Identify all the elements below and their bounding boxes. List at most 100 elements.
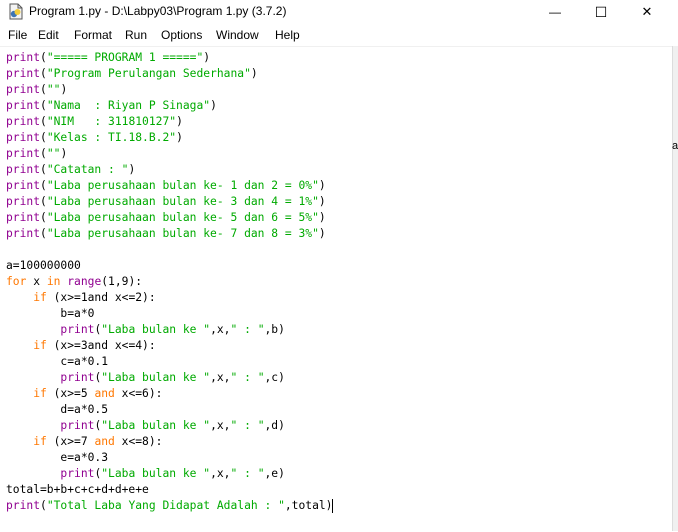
menu-bar: File Edit Format Run Options Window Help <box>0 24 678 46</box>
code-token: ) <box>250 67 258 80</box>
code-line[interactable]: d=a*0.5 <box>6 402 108 418</box>
code-line[interactable]: print("Laba perusahaan bulan ke- 5 dan 6… <box>6 210 326 226</box>
keyword-token: if <box>33 435 47 448</box>
code-line[interactable]: print("Nama : Riyan P Sinaga") <box>6 98 217 114</box>
menu-edit[interactable]: Edit <box>38 28 59 42</box>
code-token: ,c) <box>264 371 285 384</box>
builtin-token: print <box>6 227 41 240</box>
code-token: ) <box>318 195 326 208</box>
code-line[interactable]: print("Laba bulan ke ",x," : ",b) <box>6 322 284 338</box>
code-token: c=a*0.1 <box>6 355 109 368</box>
code-token: ( <box>40 163 47 176</box>
code-line[interactable]: a=100000000 <box>6 258 81 274</box>
menu-format[interactable]: Format <box>74 28 112 42</box>
code-line[interactable]: print("Program Perulangan Sederhana") <box>6 66 258 82</box>
keyword-token: and <box>94 387 115 400</box>
code-token: x <box>26 275 47 288</box>
code-line[interactable]: if (x>=5 and x<=6): <box>6 386 162 402</box>
string-token: "Nama : Riyan P Sinaga" <box>46 99 211 112</box>
code-line[interactable]: print("") <box>6 82 67 98</box>
code-editor[interactable]: print("===== PROGRAM 1 =====") print("Pro… <box>0 46 672 532</box>
code-line[interactable]: print("Laba bulan ke ",x," : ",c) <box>6 370 285 386</box>
string-token: "Laba perusahaan bulan ke- 1 dan 2 = 0%" <box>46 179 319 192</box>
string-token: "===== PROGRAM 1 =====" <box>46 51 204 64</box>
code-line[interactable]: print("") <box>6 146 67 162</box>
code-token: b=a*0 <box>6 307 95 320</box>
code-line[interactable]: print("Laba bulan ke ",x," : ",d) <box>6 418 284 434</box>
minimize-button[interactable]: — <box>532 0 578 24</box>
code-token: x<=8): <box>114 435 163 448</box>
code-token: ) <box>128 163 136 176</box>
adjacent-window-edge <box>672 46 678 531</box>
builtin-token: print <box>6 99 41 112</box>
code-line[interactable]: print("Total Laba Yang Didapat Adalah : … <box>6 498 334 514</box>
code-token: ( <box>40 195 47 208</box>
menu-run[interactable]: Run <box>125 28 147 42</box>
string-token: "" <box>46 83 61 96</box>
keyword-token: if <box>33 339 47 352</box>
string-token: "Total Laba Yang Didapat Adalah : " <box>46 499 285 512</box>
code-line[interactable]: e=a*0.3 <box>6 450 108 466</box>
code-token: ( <box>40 179 47 192</box>
code-line[interactable]: if (x>=1and x<=2): <box>6 290 156 306</box>
code-token: ) <box>60 83 68 96</box>
code-token: ( <box>40 227 47 240</box>
builtin-token: print <box>6 499 41 512</box>
code-line[interactable]: print("Laba perusahaan bulan ke- 3 dan 4… <box>6 194 326 210</box>
code-line[interactable]: if (x>=7 and x<=8): <box>6 434 162 450</box>
code-line[interactable]: print("Laba bulan ke ",x," : ",e) <box>6 466 284 482</box>
keyword-token: and <box>94 435 115 448</box>
builtin-token: print <box>6 163 41 176</box>
keyword-token: for <box>6 275 27 288</box>
text-cursor <box>332 499 334 513</box>
code-token: (x>=3and x<=4): <box>46 339 156 352</box>
code-token: ,x, <box>210 419 231 432</box>
code-token: x<=6): <box>114 387 163 400</box>
menu-options[interactable]: Options <box>161 28 202 42</box>
builtin-token: print <box>6 51 41 64</box>
code-line[interactable]: print("NIM : 311810127") <box>6 114 183 130</box>
code-token: ( <box>40 67 47 80</box>
code-line[interactable]: c=a*0.1 <box>6 354 108 370</box>
builtin-token: print <box>6 83 41 96</box>
code-token: ,x, <box>210 323 231 336</box>
minimize-icon: — <box>549 5 561 19</box>
menu-help[interactable]: Help <box>275 28 300 42</box>
code-line[interactable]: b=a*0 <box>6 306 94 322</box>
builtin-token: print <box>6 131 41 144</box>
maximize-button[interactable]: ☐ <box>578 0 624 24</box>
title-bar[interactable]: Program 1.py - D:\Labpy03\Program 1.py (… <box>0 0 678 24</box>
code-line[interactable]: print("===== PROGRAM 1 =====") <box>6 50 210 66</box>
adjacent-window-text: a <box>672 140 678 152</box>
code-token: ,x, <box>210 371 231 384</box>
code-token: ( <box>40 115 47 128</box>
code-line[interactable]: for x in range(1,9): <box>6 274 142 290</box>
code-line[interactable]: print("Laba perusahaan bulan ke- 7 dan 8… <box>6 226 326 242</box>
close-button[interactable]: ✕ <box>624 0 670 24</box>
code-token: (x>=1and x<=2): <box>46 291 156 304</box>
code-line[interactable]: if (x>=3and x<=4): <box>6 338 156 354</box>
string-token: "Laba bulan ke " <box>101 371 211 384</box>
code-line[interactable]: print("Kelas : TI.18.B.2") <box>6 130 183 146</box>
menu-file[interactable]: File <box>8 28 27 42</box>
code-token: ) <box>318 211 326 224</box>
code-token: ( <box>40 131 47 144</box>
code-token: a=100000000 <box>6 259 81 272</box>
string-token: " : " <box>230 323 265 336</box>
code-line[interactable]: total=b+b+c+c+d+d+e+e <box>6 482 149 498</box>
builtin-token: print <box>6 67 41 80</box>
menu-window[interactable]: Window <box>216 28 259 42</box>
string-token: "Laba bulan ke " <box>101 467 211 480</box>
code-token: ( <box>40 499 47 512</box>
code-line[interactable]: print("Laba perusahaan bulan ke- 1 dan 2… <box>6 178 326 194</box>
code-line[interactable]: print("Catatan : ") <box>6 162 135 178</box>
code-token: (x>=7 <box>46 435 95 448</box>
code-token: ,x, <box>210 467 231 480</box>
code-token: total=b+b+c+c+d+d+e+e <box>6 483 149 496</box>
code-token: ) <box>203 51 211 64</box>
code-token: (1,9): <box>101 275 143 288</box>
string-token: "Laba perusahaan bulan ke- 7 dan 8 = 3%" <box>46 227 319 240</box>
